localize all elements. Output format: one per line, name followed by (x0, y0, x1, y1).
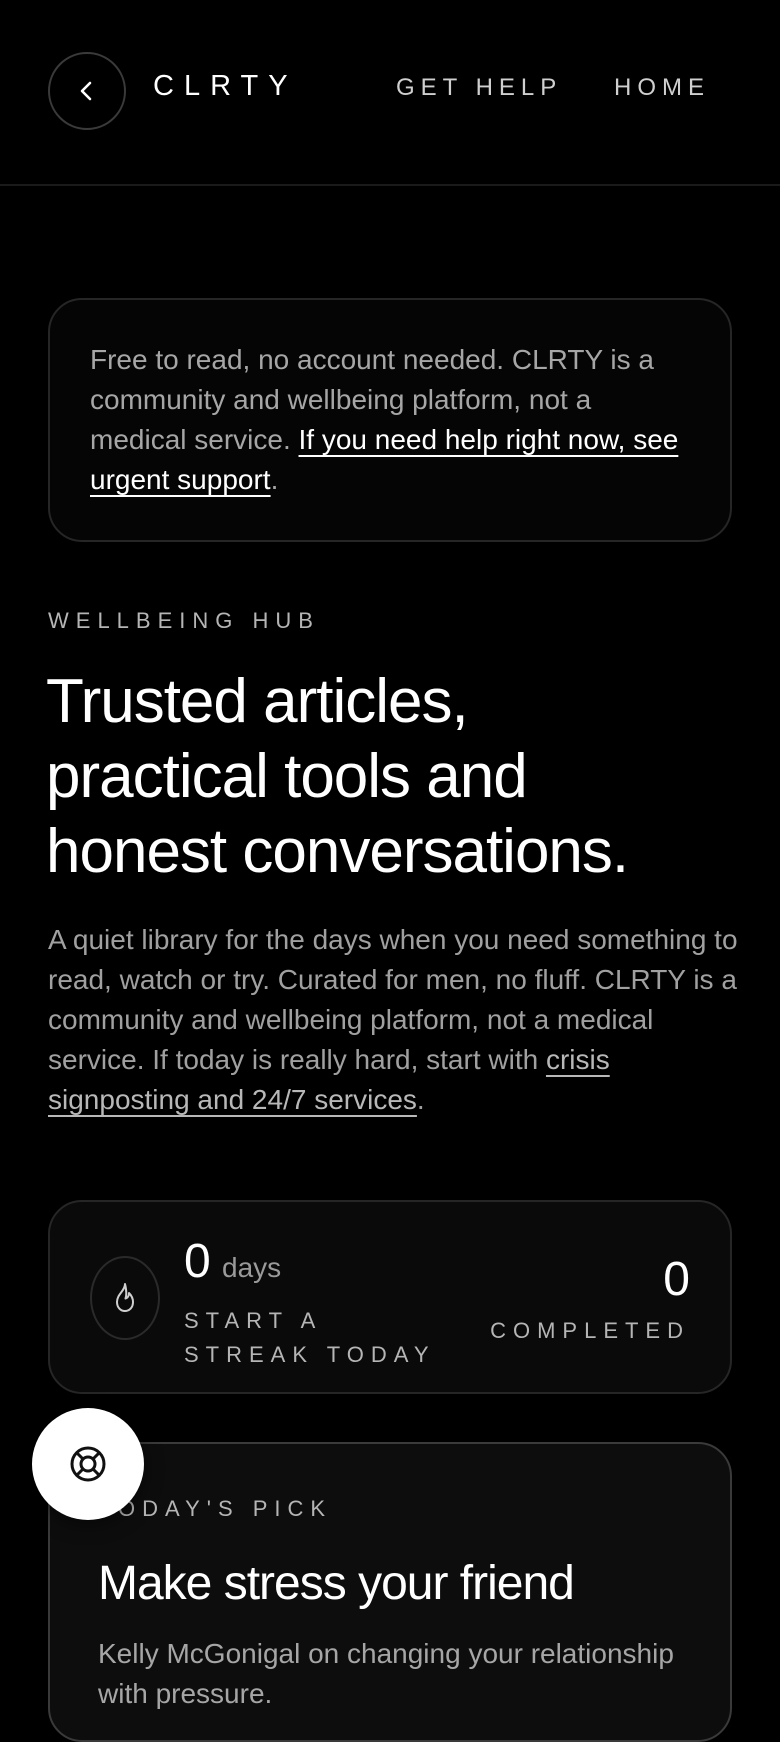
intro-text: A quiet library for the days when you ne… (48, 924, 738, 1075)
completed-count: 0 (663, 1253, 690, 1306)
streak-icon-badge (90, 1256, 160, 1340)
streak-count: 0 (184, 1235, 211, 1288)
chevron-left-icon (80, 81, 92, 101)
nav-home[interactable]: HOME (614, 74, 710, 102)
headline-line-2: practical tools and (46, 742, 528, 811)
streak-label: START A STREAK TODAY (184, 1308, 436, 1367)
pick-title: Make stress your friend (98, 1557, 575, 1610)
notice-suffix: . (270, 464, 279, 495)
hub-eyebrow: WELLBEING HUB (48, 608, 320, 633)
logo[interactable]: CLRTY (153, 70, 298, 103)
back-button[interactable] (48, 52, 126, 130)
help-fab-button[interactable] (32, 1408, 144, 1520)
headline-line-3: honest conversations. (46, 817, 629, 886)
page-title: Trusted articles, practical tools and ho… (46, 664, 746, 889)
intro-suffix: . (416, 1084, 425, 1115)
todays-pick-card[interactable]: TODAY'S PICK Make stress your friend Kel… (48, 1442, 732, 1742)
intro-paragraph: A quiet library for the days when you ne… (48, 920, 748, 1120)
completed-label: COMPLETED (490, 1318, 690, 1343)
pick-eyebrow: TODAY'S PICK (98, 1496, 333, 1521)
pick-description: Kelly McGonigal on changing your relatio… (98, 1638, 674, 1709)
site-header: CLRTY GET HELP HOME (0, 0, 780, 186)
streak-unit: days (222, 1252, 282, 1283)
headline-line-1: Trusted articles, (46, 667, 469, 736)
flame-icon (116, 1283, 134, 1312)
notice-banner: Free to read, no account needed. CLRTY i… (48, 298, 732, 542)
lifebuoy-icon (70, 1446, 106, 1482)
nav-get-help[interactable]: GET HELP (396, 74, 562, 102)
streak-card: 0 days START A STREAK TODAY 0 COMPLETED (48, 1200, 732, 1394)
